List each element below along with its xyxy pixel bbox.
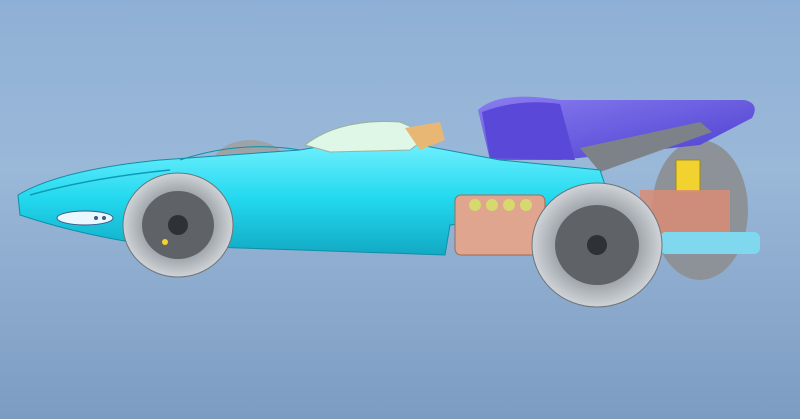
front-wheel-near [122, 172, 234, 278]
cockpit [303, 121, 445, 153]
rear-wheel-near [531, 182, 663, 308]
cad-viewport[interactable] [0, 0, 800, 419]
car-model-render [17, 96, 760, 308]
